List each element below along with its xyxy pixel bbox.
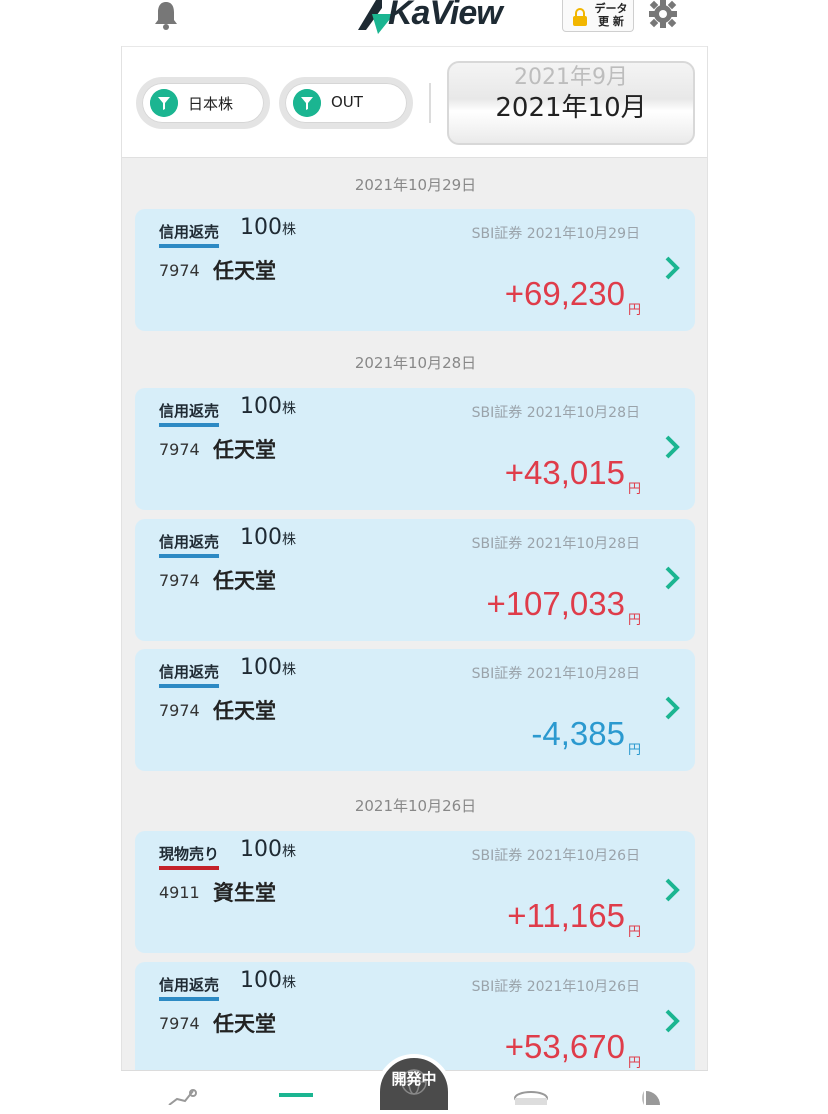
pie-chart-icon[interactable] bbox=[629, 1089, 663, 1105]
trade-card[interactable]: 信用返売 100株 SBI証券 2021年10月29日 7974 任天堂 +69… bbox=[135, 209, 695, 331]
stock-name: 任天堂 bbox=[213, 699, 276, 723]
profit-loss: +53,670 bbox=[504, 1028, 625, 1065]
currency-unit: 円 bbox=[627, 925, 641, 940]
filter-market[interactable]: 日本株 bbox=[136, 77, 270, 129]
broker-date: SBI証券 2021年10月28日 bbox=[471, 405, 640, 421]
broker-date: SBI証券 2021年10月26日 bbox=[471, 979, 640, 995]
stock-name: 任天堂 bbox=[213, 259, 276, 283]
trade-quantity: 100株 bbox=[240, 837, 296, 862]
broker-date: SBI証券 2021年10月28日 bbox=[471, 536, 640, 552]
trade-card[interactable]: 信用返売 100株 SBI証券 2021年10月28日 7974 任天堂 +10… bbox=[135, 519, 695, 641]
profit-loss: +69,230 bbox=[504, 275, 625, 312]
trade-type-tag: 信用返売 bbox=[159, 974, 220, 1001]
app-header: KaView データ 更 新 bbox=[0, 0, 828, 46]
trade-quantity: 100株 bbox=[240, 655, 296, 680]
stock-name: 任天堂 bbox=[213, 569, 276, 593]
chevron-right-icon bbox=[665, 696, 680, 720]
ticker-code: 7974 bbox=[159, 571, 200, 590]
chevron-right-icon bbox=[665, 256, 680, 280]
broker-date: SBI証券 2021年10月29日 bbox=[471, 226, 640, 242]
logo-text: KaView bbox=[388, 0, 503, 32]
trade-quantity: 100株 bbox=[240, 525, 296, 550]
currency-unit: 円 bbox=[627, 1056, 641, 1070]
date-header: 2021年10月26日 bbox=[354, 797, 477, 815]
trade-quantity: 100株 bbox=[240, 968, 296, 993]
chevron-right-icon bbox=[665, 1009, 680, 1033]
data-refresh-line2: 更 新 bbox=[598, 15, 624, 28]
trade-card[interactable]: 信用返売 100株 SBI証券 2021年10月28日 7974 任天堂 -4,… bbox=[135, 649, 695, 771]
trade-type-tag: 信用返売 bbox=[159, 531, 220, 558]
chart-line-icon[interactable] bbox=[167, 1089, 197, 1105]
stock-name: 任天堂 bbox=[213, 438, 276, 462]
trade-quantity: 100株 bbox=[240, 215, 296, 240]
profit-loss: +43,015 bbox=[504, 454, 625, 491]
profit-loss: +11,165 bbox=[507, 897, 625, 934]
chevron-right-icon bbox=[665, 566, 680, 590]
broker-date: SBI証券 2021年10月26日 bbox=[471, 848, 640, 864]
stock-name: 任天堂 bbox=[213, 1012, 276, 1036]
lock-icon bbox=[573, 8, 587, 26]
currency-unit: 円 bbox=[627, 743, 641, 758]
trade-history-panel: 日本株 OUT 2021年9月 2021年10月 2021年10月29日 信用返… bbox=[121, 46, 708, 1070]
ticker-code: 7974 bbox=[159, 261, 200, 280]
ticker-code: 7974 bbox=[159, 701, 200, 720]
date-header: 2021年10月28日 bbox=[354, 354, 477, 372]
date-header: 2021年10月29日 bbox=[354, 176, 477, 194]
trade-card[interactable]: 信用返売 100株 SBI証券 2021年10月28日 7974 任天堂 +43… bbox=[135, 388, 695, 510]
profit-loss: +107,033 bbox=[486, 585, 625, 622]
month-picker[interactable]: 2021年9月 2021年10月 bbox=[447, 61, 695, 145]
filter-direction-label: OUT bbox=[331, 93, 363, 111]
bell-icon[interactable] bbox=[152, 0, 180, 32]
ticker-code: 7974 bbox=[159, 1014, 200, 1033]
stock-name: 資生堂 bbox=[213, 881, 276, 905]
data-refresh-button[interactable]: データ 更 新 bbox=[562, 0, 634, 32]
trade-quantity: 100株 bbox=[240, 394, 296, 419]
data-refresh-line1: データ bbox=[594, 2, 628, 15]
ticker-code: 4911 bbox=[159, 883, 200, 902]
month-current[interactable]: 2021年10月 bbox=[449, 87, 693, 124]
filter-icon bbox=[293, 89, 321, 117]
divider bbox=[429, 83, 431, 123]
filter-icon bbox=[150, 89, 178, 117]
trade-type-tag: 現物売り bbox=[159, 843, 220, 870]
tab-history-indicator[interactable] bbox=[279, 1093, 313, 1097]
filter-direction[interactable]: OUT bbox=[279, 77, 413, 129]
chevron-right-icon bbox=[665, 435, 680, 459]
gear-icon[interactable] bbox=[647, 0, 679, 32]
currency-unit: 円 bbox=[627, 303, 641, 318]
dev-badge-label: 開発中 bbox=[391, 1070, 437, 1088]
trade-type-tag: 信用返売 bbox=[159, 661, 220, 688]
filter-market-label: 日本株 bbox=[188, 95, 234, 113]
broker-date: SBI証券 2021年10月28日 bbox=[471, 666, 640, 682]
trade-card[interactable]: 現物売り 100株 SBI証券 2021年10月26日 4911 資生堂 +11… bbox=[135, 831, 695, 953]
filter-bar: 日本株 OUT 2021年9月 2021年10月 bbox=[122, 46, 707, 158]
currency-unit: 円 bbox=[627, 482, 641, 497]
database-icon[interactable] bbox=[513, 1091, 549, 1105]
currency-unit: 円 bbox=[627, 613, 641, 628]
trade-type-tag: 信用返売 bbox=[159, 221, 220, 248]
ticker-code: 7974 bbox=[159, 440, 200, 459]
profit-loss: -4,385 bbox=[531, 715, 625, 752]
trade-type-tag: 信用返売 bbox=[159, 400, 220, 427]
chevron-right-icon bbox=[665, 878, 680, 902]
